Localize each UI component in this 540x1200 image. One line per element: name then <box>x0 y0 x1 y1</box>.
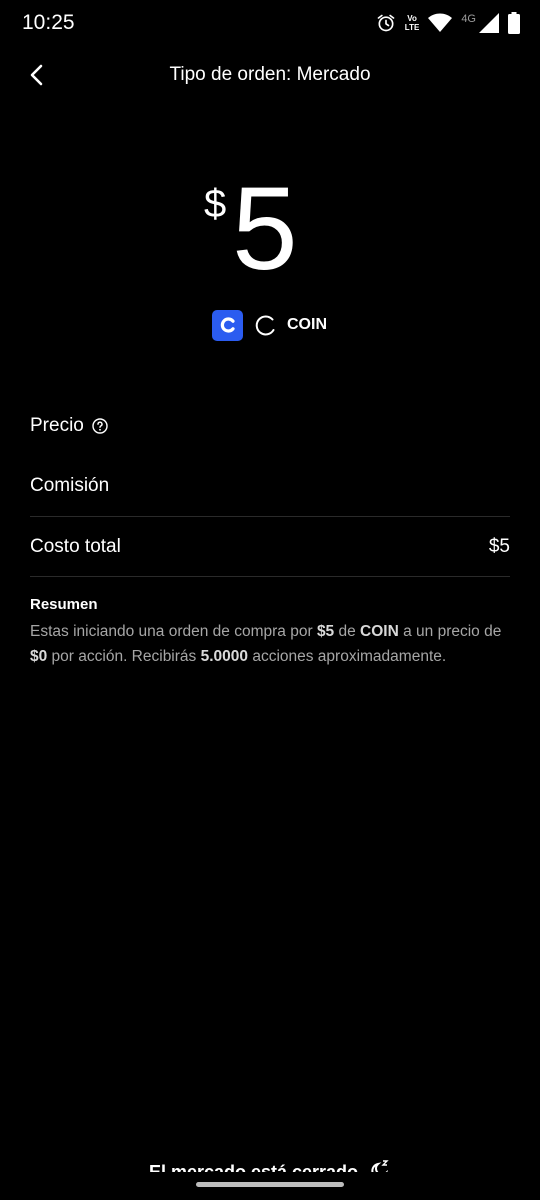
volte-top: Vo <box>407 14 417 23</box>
summary-shares: 5.0000 <box>200 648 249 665</box>
price-label-group: Precio <box>30 415 108 437</box>
currency-symbol: $ <box>204 182 227 226</box>
summary-text-2: de <box>334 623 361 640</box>
total-row: Costo total $5 <box>30 517 510 577</box>
summary-text: Estas iniciando una orden de compra por … <box>30 619 515 669</box>
battery-icon <box>508 12 520 34</box>
summary-ticker: COIN <box>360 623 399 640</box>
wifi-icon <box>428 13 453 32</box>
status-bar: 10:25 Vo LTE 4G <box>0 0 540 46</box>
fee-row: Comisión <box>30 456 510 516</box>
ticker-symbol: COIN <box>287 316 327 333</box>
summary-text-3: a un precio de <box>398 623 502 640</box>
help-icon[interactable] <box>92 418 108 434</box>
status-icons: Vo LTE 4G <box>376 12 520 34</box>
summary-title: Resumen <box>30 596 98 613</box>
signal-icon <box>479 13 499 33</box>
order-amount[interactable]: $ 5 <box>0 170 540 288</box>
header: Tipo de orden: Mercado <box>0 50 540 100</box>
screen: 10:25 Vo LTE 4G Tipo de orden: Mercado $… <box>0 0 540 1200</box>
coinbase-logo-icon <box>212 309 243 341</box>
volte-icon: Vo LTE <box>405 14 420 32</box>
summary-text-4: por acción. Recibirás <box>47 648 201 665</box>
divider <box>30 576 510 577</box>
alarm-icon <box>377 14 395 32</box>
fee-label: Comisión <box>30 475 110 496</box>
amount-value: 5 <box>232 163 298 295</box>
volte-bottom: LTE <box>404 23 420 32</box>
home-indicator[interactable] <box>196 1182 344 1187</box>
price-label: Precio <box>30 415 84 436</box>
total-value: $5 <box>488 536 510 557</box>
network-type: 4G <box>461 13 476 25</box>
summary-amount: $5 <box>316 623 335 640</box>
summary-text-5: acciones aproximadamente. <box>248 648 447 665</box>
status-time: 10:25 <box>22 11 75 34</box>
price-row: Precio <box>30 396 510 456</box>
page-title: Tipo de orden: Mercado <box>169 64 371 85</box>
asset-selector: COIN <box>212 309 327 341</box>
summary-text-1: Estas iniciando una orden de compra por <box>30 623 317 640</box>
total-label: Costo total <box>30 536 121 557</box>
summary-price: $0 <box>30 648 48 665</box>
loading-spinner-icon <box>255 315 275 336</box>
